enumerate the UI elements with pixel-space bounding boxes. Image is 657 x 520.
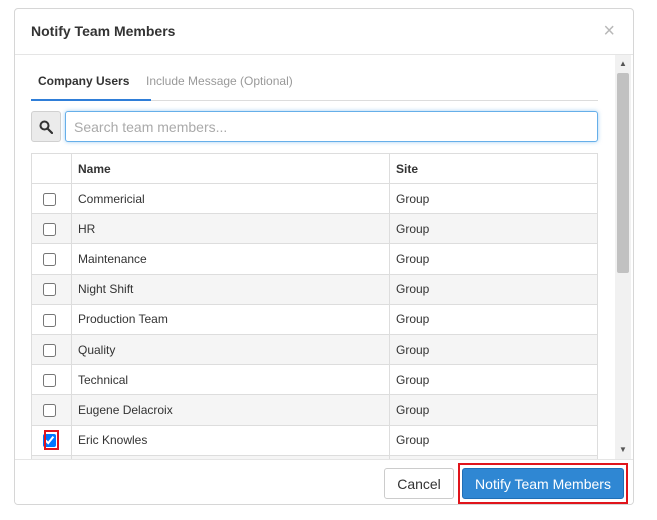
table-row[interactable]: HR Group xyxy=(31,213,598,245)
row-checkbox[interactable] xyxy=(43,283,56,297)
row-checkbox[interactable] xyxy=(43,253,56,267)
checkbox-wrap xyxy=(43,252,56,267)
row-site: Group xyxy=(389,303,598,335)
search-row xyxy=(31,111,598,143)
row-checkbox[interactable] xyxy=(43,343,56,357)
row-site: Group xyxy=(389,243,598,275)
team-members-table: Name Site Commericial Group HR Group Mainten… xyxy=(31,153,598,459)
checkbox-wrap xyxy=(43,191,56,206)
row-site: Group xyxy=(389,213,598,245)
table-row[interactable]: Commericial Group xyxy=(31,182,598,215)
tab-company-users[interactable]: Company Users xyxy=(38,74,129,88)
row-name: HR xyxy=(71,213,390,245)
row-checkbox-cell xyxy=(31,364,72,396)
row-checkbox-cell xyxy=(31,273,72,305)
table-row[interactable]: Quality Group xyxy=(31,333,598,366)
table-row[interactable]: Eugene Delacroix Group xyxy=(31,394,598,426)
row-site: Group xyxy=(389,364,598,396)
modal-footer: Cancel Notify Team Members xyxy=(15,459,633,504)
modal-title: Notify Team Members xyxy=(31,23,176,39)
checkbox-wrap xyxy=(43,403,56,418)
header-checkbox-cell xyxy=(31,153,72,184)
checkbox-wrap xyxy=(43,312,56,327)
row-name: Commericial xyxy=(71,182,390,215)
row-name: Technical xyxy=(71,364,390,396)
checkbox-wrap xyxy=(43,282,56,297)
scroll-up-icon[interactable]: ▲ xyxy=(615,57,631,71)
row-checkbox-cell xyxy=(31,394,72,426)
scroll-down-icon[interactable]: ▼ xyxy=(615,443,631,457)
search-icon xyxy=(39,120,53,134)
team-members-table-wrap: Name Site Commericial Group HR Group Mainten… xyxy=(31,153,598,459)
row-checkbox-cell xyxy=(31,182,72,215)
row-checkbox-cell xyxy=(31,333,72,366)
tab-include-message[interactable]: Include Message (Optional) xyxy=(146,74,293,88)
row-checkbox[interactable] xyxy=(43,434,56,448)
row-checkbox-cell xyxy=(31,424,72,456)
row-checkbox-cell xyxy=(31,303,72,335)
active-tab-indicator xyxy=(31,99,151,101)
row-name: Maintenance xyxy=(71,243,390,275)
table-row[interactable]: Maintenance Group xyxy=(31,243,598,275)
search-button[interactable] xyxy=(31,111,61,142)
row-site: Group xyxy=(389,273,598,305)
row-name: Eric Knowles xyxy=(71,424,390,456)
checkbox-highlight xyxy=(43,429,59,451)
table-row[interactable]: Technical Group xyxy=(31,364,598,396)
vertical-scrollbar[interactable]: ▲ ▼ xyxy=(615,55,631,459)
table-body: Commericial Group HR Group Maintenance Group N… xyxy=(31,182,598,459)
row-checkbox[interactable] xyxy=(43,404,56,418)
table-header-row: Name Site xyxy=(31,153,598,184)
row-name: Night Shift xyxy=(71,273,390,305)
close-icon[interactable]: × xyxy=(603,21,615,41)
scroll-thumb[interactable] xyxy=(617,73,629,273)
checkbox-wrap xyxy=(43,373,56,387)
notify-team-modal: Notify Team Members × Company Users Incl… xyxy=(14,8,634,505)
modal-body: Company Users Include Message (Optional)… xyxy=(15,55,617,459)
table-row[interactable]: Production Team Group xyxy=(31,303,598,335)
modal-header: Notify Team Members × xyxy=(15,9,633,55)
row-name: Quality xyxy=(71,333,390,366)
row-site: Group xyxy=(389,333,598,366)
row-checkbox-cell xyxy=(31,243,72,275)
checkbox-wrap xyxy=(43,342,56,357)
row-checkbox[interactable] xyxy=(43,313,56,327)
header-site: Site xyxy=(389,153,598,184)
row-checkbox-cell xyxy=(31,213,72,245)
row-checkbox[interactable] xyxy=(43,192,56,206)
notify-team-members-button[interactable]: Notify Team Members xyxy=(462,468,624,499)
row-site: Group xyxy=(389,182,598,215)
cancel-button[interactable]: Cancel xyxy=(384,468,454,499)
search-input[interactable] xyxy=(65,111,598,142)
table-row[interactable]: Eric Knowles Group xyxy=(31,424,598,456)
row-checkbox[interactable] xyxy=(43,373,56,387)
row-site: Group xyxy=(389,424,598,456)
tab-bar: Company Users Include Message (Optional) xyxy=(31,65,598,101)
checkbox-wrap xyxy=(43,222,56,236)
row-checkbox[interactable] xyxy=(43,222,56,236)
row-site: Group xyxy=(389,394,598,426)
header-name: Name xyxy=(71,153,390,184)
table-row[interactable]: Night Shift Group xyxy=(31,273,598,305)
row-name: Eugene Delacroix xyxy=(71,394,390,426)
row-name: Production Team xyxy=(71,303,390,335)
